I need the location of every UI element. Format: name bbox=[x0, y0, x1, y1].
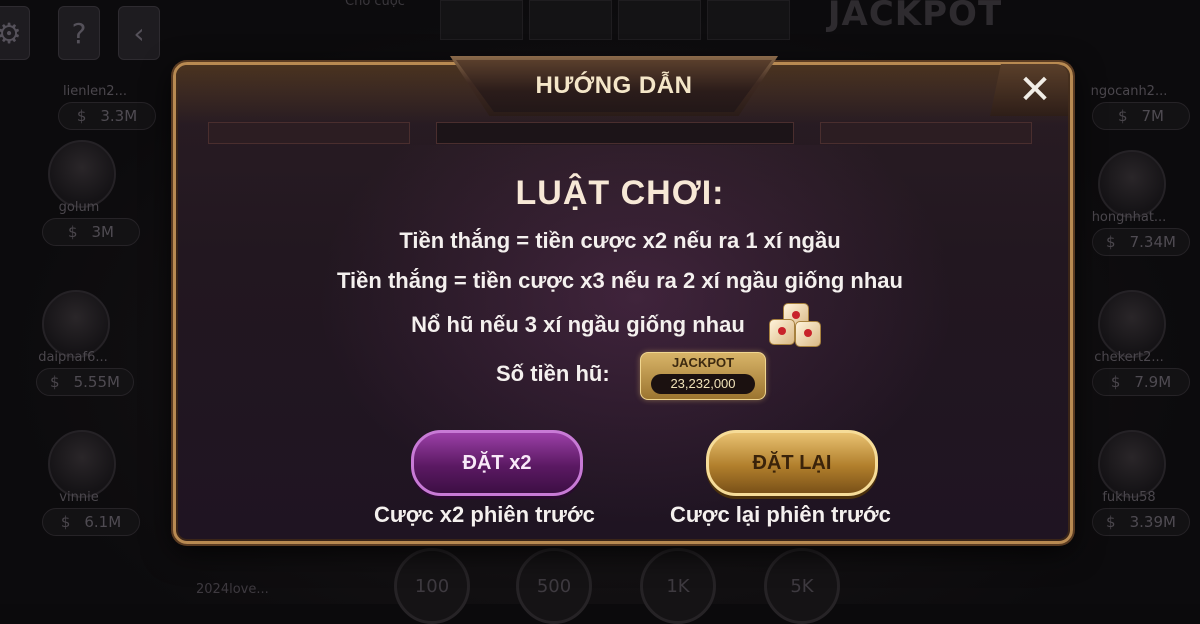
player-seat[interactable]: vinnie $6.1M bbox=[14, 430, 140, 550]
player-money: $3M bbox=[42, 218, 140, 246]
dialog-title: HƯỚNG DẪN bbox=[535, 72, 693, 99]
jackpot-label: Số tiền hũ: bbox=[496, 361, 610, 386]
dice-icon bbox=[765, 303, 829, 349]
dollar-icon: $ bbox=[60, 513, 71, 531]
avatar bbox=[48, 430, 116, 498]
player-money: $7M bbox=[1092, 102, 1190, 130]
rebet-caption: Cược lại phiên trước bbox=[670, 502, 891, 527]
player-seat[interactable]: chekert2... $7.9M bbox=[1064, 290, 1190, 410]
player-name: ngocanh2... bbox=[1090, 84, 1168, 99]
rebet-button[interactable]: ĐẶT LẠI bbox=[706, 430, 878, 496]
player-money: $5.55M bbox=[36, 368, 134, 396]
dollar-icon: $ bbox=[1106, 233, 1116, 251]
rules-title: LUẬT CHƠI: bbox=[515, 174, 725, 212]
rule-line-jackpot: Nổ hũ nếu 3 xí ngầu giống nhau bbox=[173, 302, 1067, 349]
player-seat[interactable]: hongnhat... $7.34M bbox=[1064, 150, 1190, 270]
gear-icon: ⚙ bbox=[0, 16, 22, 50]
scrolled-content-strip bbox=[820, 122, 1032, 144]
player-money: $7.9M bbox=[1092, 368, 1190, 396]
player-money: $6.1M bbox=[42, 508, 140, 536]
rule-line: Nổ hũ nếu 3 xí ngầu giống nhau bbox=[411, 312, 745, 337]
jackpot-badge-label: JACKPOT bbox=[671, 355, 735, 370]
player-name: golum bbox=[58, 200, 100, 215]
dollar-icon: $ bbox=[1117, 107, 1128, 125]
player-name: chekert2... bbox=[1094, 350, 1164, 365]
chip-5k[interactable]: 5K bbox=[764, 548, 840, 624]
player-name: vinnie bbox=[59, 490, 99, 505]
avatar bbox=[1098, 430, 1166, 498]
background-tabs bbox=[440, 0, 790, 40]
player-name: fukhu58 bbox=[1102, 490, 1156, 505]
player-seat[interactable]: golum $3M bbox=[14, 140, 140, 260]
avatar bbox=[1098, 290, 1166, 358]
scrolled-content-strip bbox=[436, 122, 794, 144]
dollar-icon: $ bbox=[50, 373, 60, 391]
bottom-player-name: 2024love... bbox=[196, 582, 269, 597]
player-money: $3.39M bbox=[1092, 508, 1190, 536]
player-seat[interactable]: lienlen2... $3.3M bbox=[30, 24, 156, 144]
rule-line: Tiền thắng = tiền cược x2 nếu ra 1 xí ng… bbox=[399, 228, 841, 253]
player-seat[interactable]: ngocanh2... $7M bbox=[1064, 24, 1190, 144]
settings-button[interactable]: ⚙ bbox=[0, 6, 30, 60]
jackpot-badge: JACKPOT 23,232,000 bbox=[640, 352, 766, 400]
double-bet-caption: Cược x2 phiên trước bbox=[374, 502, 595, 527]
waiting-label: Chờ cược bbox=[345, 0, 405, 9]
player-money: $7.34M bbox=[1092, 228, 1190, 256]
avatar bbox=[1098, 150, 1166, 218]
dollar-icon: $ bbox=[76, 107, 87, 125]
dollar-icon: $ bbox=[1106, 513, 1116, 531]
player-name: hongnhat... bbox=[1091, 210, 1167, 225]
dollar-icon: $ bbox=[67, 223, 78, 241]
background-jackpot: JACKPOT bbox=[827, 0, 1003, 34]
player-money: $3.3M bbox=[58, 102, 156, 130]
jackpot-amount: 23,232,000 bbox=[651, 374, 755, 394]
chip-1k[interactable]: 1K bbox=[640, 548, 716, 624]
avatar bbox=[48, 140, 116, 208]
avatar bbox=[42, 290, 110, 358]
rule-line: Tiền thắng = tiền cược x3 nếu ra 2 xí ng… bbox=[337, 268, 903, 293]
dollar-icon: $ bbox=[1110, 373, 1121, 391]
player-seat[interactable]: daipnaf6... $5.55M bbox=[8, 290, 134, 410]
chip-500[interactable]: 500 bbox=[516, 548, 592, 624]
player-name: lienlen2... bbox=[63, 84, 127, 99]
close-icon: ✕ bbox=[1018, 67, 1052, 113]
scrolled-content-strip bbox=[208, 122, 410, 144]
double-bet-button[interactable]: ĐẶT x2 bbox=[411, 430, 583, 496]
close-button[interactable]: ✕ bbox=[990, 64, 1068, 116]
player-seat[interactable]: fukhu58 $3.39M bbox=[1064, 430, 1190, 550]
player-name: daipnaf6... bbox=[38, 350, 108, 365]
chip-100[interactable]: 100 bbox=[394, 548, 470, 624]
